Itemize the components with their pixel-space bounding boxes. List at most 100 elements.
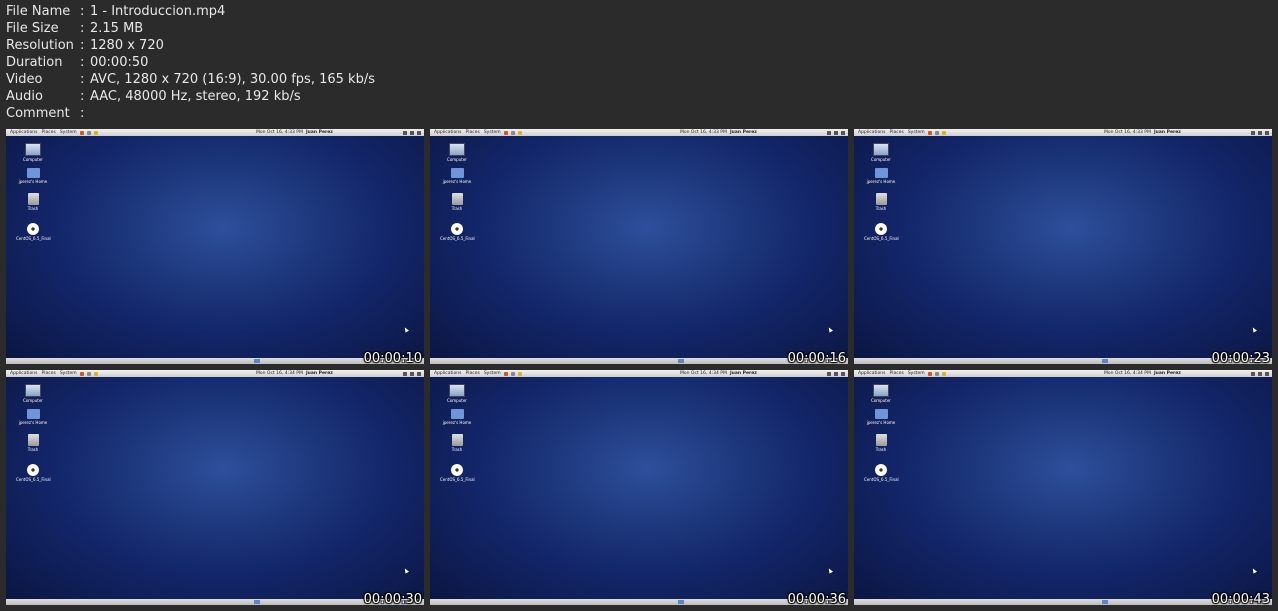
file-info-key: Video bbox=[6, 72, 43, 87]
desktop-icon-glyph bbox=[27, 223, 39, 235]
notes-icon bbox=[517, 371, 522, 376]
file-info-key: File Size bbox=[6, 21, 59, 36]
disc-icon: CentOS_6.5_Final bbox=[864, 464, 899, 482]
video-thumbnail[interactable]: Applications Places System Mon Oct 16, 4:34… bbox=[854, 370, 1272, 605]
desktop-icon-glyph bbox=[450, 168, 464, 178]
disc-icon: CentOS_6.5_Final bbox=[440, 464, 475, 482]
desktop-icon-label: jperez's Home bbox=[442, 420, 472, 425]
network-icon bbox=[1265, 130, 1269, 135]
thumbnail-timestamp: 00:00:16 bbox=[787, 351, 846, 364]
home-folder-icon: jperez's Home bbox=[440, 168, 474, 184]
battery-icon bbox=[834, 130, 838, 135]
desktop-icon-label: Computer bbox=[23, 398, 43, 403]
video-thumbnail[interactable]: Applications Places System Mon Oct 16, 4:33… bbox=[854, 129, 1272, 364]
trash-icon: Trash bbox=[864, 434, 898, 452]
video-thumbnail[interactable]: Applications Places System Mon Oct 16, 4:34… bbox=[430, 370, 848, 605]
file-info-value: 1280 x 720 bbox=[90, 38, 164, 53]
desktop-icon-label: Trash bbox=[875, 447, 887, 452]
file-info: File Name:1 - Introduccion.mp4 File Size:… bbox=[6, 3, 375, 122]
file-info-row: Duration:00:00:50 bbox=[6, 54, 375, 71]
file-info-value: 00:00:50 bbox=[90, 55, 149, 70]
home-folder-icon: jperez's Home bbox=[440, 409, 474, 425]
panel-menu-item: System bbox=[907, 371, 925, 376]
workspace-switcher bbox=[678, 600, 684, 604]
file-info-row: File Size:2.15 MB bbox=[6, 20, 375, 37]
panel-menu-item: System bbox=[483, 130, 501, 135]
file-info-row: Comment: bbox=[6, 105, 375, 122]
mouse-cursor-icon bbox=[827, 567, 833, 574]
volume-icon bbox=[827, 130, 831, 135]
trash-icon: Trash bbox=[16, 193, 50, 211]
file-info-separator: : bbox=[80, 21, 85, 36]
desktop-icon-glyph bbox=[451, 464, 463, 476]
browser-icon bbox=[503, 371, 508, 376]
gnome-top-panel: Applications Places System Mon Oct 16, 4:34… bbox=[430, 370, 848, 377]
network-icon bbox=[1265, 371, 1269, 376]
desktop-icon-glyph bbox=[450, 409, 464, 419]
desktop-icon-label: CentOS_6.5_Final bbox=[440, 236, 475, 241]
home-folder-icon: jperez's Home bbox=[864, 168, 898, 184]
system-tray bbox=[827, 130, 845, 135]
panel-menu-item: System bbox=[59, 130, 77, 135]
desktop-icon-glyph bbox=[874, 168, 888, 178]
desktop-icon-label: jperez's Home bbox=[442, 179, 472, 184]
workspace-switcher bbox=[1102, 600, 1108, 604]
mouse-cursor-icon bbox=[1251, 567, 1257, 574]
gnome-bottom-panel bbox=[6, 599, 424, 605]
thumbnail-timestamp: 00:00:10 bbox=[363, 351, 422, 364]
thumbnail-timestamp: 00:00:30 bbox=[363, 592, 422, 605]
panel-clock: Mon Oct 16, 4:33 PM bbox=[680, 130, 727, 135]
gnome-top-panel: Applications Places System Mon Oct 16, 4:34… bbox=[854, 370, 1272, 377]
file-info-value: 2.15 MB bbox=[90, 21, 144, 36]
mail-icon bbox=[86, 371, 91, 376]
file-info-key: Audio bbox=[6, 89, 43, 104]
thumbnail-grid: Applications Places System Mon Oct 16, 4:33… bbox=[6, 129, 1272, 605]
mouse-cursor-icon bbox=[827, 326, 833, 333]
file-info-separator: : bbox=[80, 38, 85, 53]
panel-menu-item: System bbox=[907, 130, 925, 135]
thumbnail-timestamp: 00:00:36 bbox=[787, 592, 846, 605]
browser-icon bbox=[927, 371, 932, 376]
browser-icon bbox=[79, 371, 84, 376]
desktop-icon-label: Trash bbox=[451, 206, 463, 211]
desktop-icon-glyph bbox=[875, 193, 887, 205]
desktop-icon-label: Computer bbox=[447, 398, 467, 403]
panel-menu-item: Applications bbox=[10, 130, 38, 135]
file-info-separator: : bbox=[80, 89, 85, 104]
file-info-separator: : bbox=[80, 106, 85, 121]
desktop-icon-glyph bbox=[26, 168, 40, 178]
panel-menu-item: Applications bbox=[858, 371, 886, 376]
mouse-cursor-icon bbox=[403, 326, 409, 333]
desktop-icon-glyph bbox=[26, 409, 40, 419]
desktop-icon-glyph bbox=[27, 464, 39, 476]
file-info-key: Comment bbox=[6, 106, 70, 121]
browser-icon bbox=[927, 130, 932, 135]
panel-menu-item: Places bbox=[41, 371, 56, 376]
home-folder-icon: jperez's Home bbox=[16, 409, 50, 425]
panel-clock: Mon Oct 16, 4:33 PM bbox=[256, 130, 303, 135]
mail-icon bbox=[510, 130, 515, 135]
video-thumbnail[interactable]: Applications Places System Mon Oct 16, 4:34… bbox=[6, 370, 424, 605]
gnome-top-panel: Applications Places System Mon Oct 16, 4:34… bbox=[6, 370, 424, 377]
file-info-separator: : bbox=[80, 4, 85, 19]
file-info-row: File Name:1 - Introduccion.mp4 bbox=[6, 3, 375, 20]
desktop-icon-label: CentOS_6.5_Final bbox=[440, 477, 475, 482]
battery-icon bbox=[410, 371, 414, 376]
panel-clock: Mon Oct 16, 4:34 PM bbox=[256, 371, 303, 376]
disc-icon: CentOS_6.5_Final bbox=[16, 464, 51, 482]
computer-icon: Computer bbox=[16, 143, 50, 162]
thumbnail-timestamp: 00:00:43 bbox=[1211, 592, 1270, 605]
computer-icon: Computer bbox=[864, 384, 898, 403]
desktop-icon-glyph bbox=[451, 434, 463, 446]
video-thumbnail[interactable]: Applications Places System Mon Oct 16, 4:33… bbox=[430, 129, 848, 364]
network-icon bbox=[841, 130, 845, 135]
desktop-icon-label: CentOS_6.5_Final bbox=[16, 477, 51, 482]
video-thumbnail[interactable]: Applications Places System Mon Oct 16, 4:33… bbox=[6, 129, 424, 364]
panel-menu-item: System bbox=[483, 371, 501, 376]
home-folder-icon: jperez's Home bbox=[864, 409, 898, 425]
desktop-icon-label: jperez's Home bbox=[866, 179, 896, 184]
browser-icon bbox=[79, 130, 84, 135]
volume-icon bbox=[403, 130, 407, 135]
desktop-icon-label: Computer bbox=[447, 157, 467, 162]
trash-icon: Trash bbox=[864, 193, 898, 211]
